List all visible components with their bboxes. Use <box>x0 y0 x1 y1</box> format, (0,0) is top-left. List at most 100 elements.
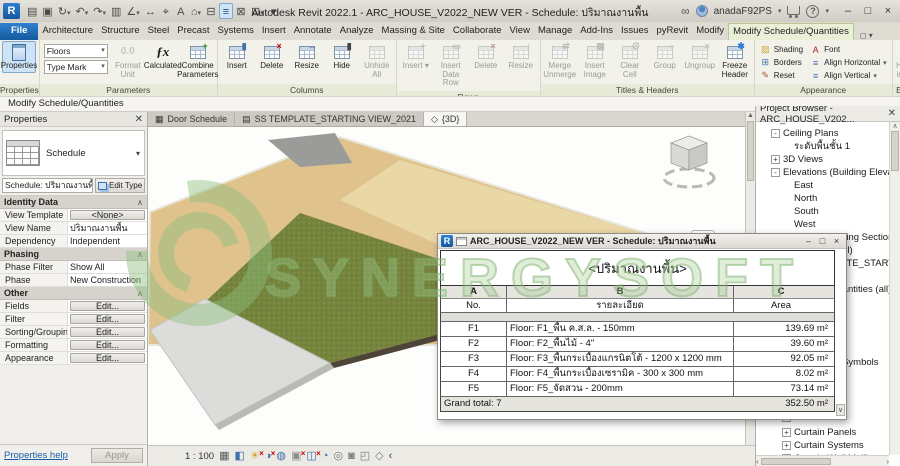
browser-item-south[interactable]: South <box>782 205 819 218</box>
browser-item--1[interactable]: ระดับพื้นชั้น 1 <box>782 140 850 153</box>
combo-floors[interactable]: Floors▾ <box>44 44 108 58</box>
ribbon-options-arrow-icon[interactable]: ◻ ▾ <box>860 27 873 40</box>
font-button[interactable]: AFont <box>807 43 890 56</box>
property-value[interactable]: ปริมาณงานพื้น <box>68 222 147 234</box>
close-icon[interactable]: ✕ <box>135 114 143 125</box>
appearance-button[interactable]: Edit... <box>70 353 145 363</box>
default-3d-view-icon[interactable]: ⌂▾ <box>189 3 203 19</box>
cell-description[interactable]: Floor: F2_พื้นไม้ - 4" <box>507 337 734 351</box>
sync-with-central-icon[interactable]: ↻▾ <box>56 3 73 19</box>
properties-button[interactable]: Properties <box>2 41 36 73</box>
close-icon[interactable]: ✕ <box>888 108 896 119</box>
property-value[interactable]: New Construction <box>68 274 147 286</box>
measure-icon[interactable]: ∠▾ <box>124 3 141 19</box>
tab-structure[interactable]: Structure <box>97 23 144 40</box>
cell-area[interactable]: 92.05 m² <box>734 352 834 366</box>
tab-collaborate[interactable]: Collaborate <box>449 23 506 40</box>
filter-button[interactable]: Edit... <box>70 314 145 324</box>
schedule-title-row[interactable]: <ปริมาณงานพื้น> <box>440 250 835 286</box>
browser-horizontal-scrollbar[interactable]: ‹› <box>756 455 889 466</box>
temporary-view-properties-icon[interactable]: ◙ <box>348 451 355 462</box>
property-value[interactable]: Show All <box>68 261 147 273</box>
viewcube[interactable] <box>661 130 717 192</box>
tab-annotate[interactable]: Annotate <box>290 23 336 40</box>
expand-icon[interactable]: + <box>782 441 791 450</box>
section-header-phasing[interactable]: Phasing∧ <box>0 248 147 261</box>
maximize-button[interactable]: □ <box>816 236 829 246</box>
browser-item-west[interactable]: West <box>782 218 815 231</box>
collapse-icon[interactable]: ‹ <box>389 451 393 462</box>
signed-in-user[interactable]: anadaF92PS <box>714 6 772 17</box>
header-cell[interactable]: No. <box>441 299 507 312</box>
sorting-grouping-button[interactable]: Edit... <box>70 327 145 337</box>
view-tab-ss-template-starting-view-2021[interactable]: ▤SS TEMPLATE_STARTING VIEW_2021 <box>235 112 424 126</box>
combine-parameters-button[interactable]: +Combine Parameters <box>181 41 215 81</box>
align-vertical-button[interactable]: ≡Align Vertical▾ <box>807 69 890 82</box>
property-value[interactable]: Independent <box>68 235 147 247</box>
insert-button[interactable]: ▮Insert <box>220 41 254 73</box>
close-button[interactable]: × <box>830 236 843 246</box>
cell-no[interactable]: F2 <box>441 337 507 351</box>
tab-file[interactable]: File <box>0 23 38 40</box>
freeze-header-button[interactable]: ✱Freeze Header <box>718 41 752 81</box>
store-cart-icon[interactable] <box>787 6 800 15</box>
shadows-icon[interactable]: ◑× <box>265 451 272 462</box>
expand-icon[interactable]: + <box>771 155 780 164</box>
schedule-window-titlebar[interactable]: R ARC_HOUSE_V2022_NEW VER - Schedule: ปร… <box>438 234 846 249</box>
cell-no[interactable]: F3 <box>441 352 507 366</box>
help-icon[interactable]: ? <box>806 5 819 18</box>
collapse-icon[interactable]: - <box>771 168 780 177</box>
aligned-dimension-icon[interactable]: ↔ <box>143 3 158 19</box>
crop-region-icon[interactable]: ◫× <box>306 451 316 462</box>
column-letter[interactable]: B <box>507 286 734 298</box>
user-menu-arrow-icon[interactable]: ▾ <box>778 7 782 15</box>
cell-no[interactable]: F1 <box>441 322 507 336</box>
instance-combo[interactable]: Schedule: ปริมาณงานพื้น⌄ <box>2 178 93 193</box>
cell-description[interactable]: Floor: F4_พื้นกระเบื้องเซรามิค - 300 x 3… <box>507 367 734 381</box>
browser-item-elevations-building-elevation-[interactable]: -Elevations (Building Elevation) <box>771 166 900 179</box>
cell-area[interactable]: 73.14 m² <box>734 382 834 396</box>
cell-area[interactable]: 139.69 m² <box>734 322 834 336</box>
cell-no[interactable]: F4 <box>441 367 507 381</box>
cell-no[interactable]: F5 <box>441 382 507 396</box>
cell-description[interactable]: Floor: F5_จัดสวน - 200mm <box>507 382 734 396</box>
combo-type-mark[interactable]: Type Mark▾ <box>44 60 108 74</box>
thin-lines-icon[interactable]: ≡ <box>219 3 233 19</box>
browser-item-east[interactable]: East <box>782 179 813 192</box>
cell-area[interactable]: 8.02 m² <box>734 367 834 381</box>
resize-button[interactable]: ↔Resize <box>290 41 324 73</box>
search-icon[interactable]: ∞ <box>681 4 690 18</box>
view-tab--3d-[interactable]: ◇{3D} <box>424 112 467 126</box>
tab-modify-schedule-quantities[interactable]: Modify Schedule/Quantities <box>728 23 854 40</box>
close-inactive-windows-icon[interactable]: ⊠ <box>234 3 248 19</box>
tab-insert[interactable]: Insert <box>258 23 290 40</box>
delete-button[interactable]: ×Delete <box>255 41 289 73</box>
sun-path-icon[interactable]: ☀× <box>250 451 260 462</box>
browser-item-north[interactable]: North <box>782 192 817 205</box>
displacement-sets-icon[interactable]: ◇ <box>375 451 383 462</box>
hide-button[interactable]: ▮Hide <box>325 41 359 73</box>
tab-analyze[interactable]: Analyze <box>336 23 378 40</box>
header-cell[interactable]: รายละเอียด <box>507 299 734 312</box>
tab-steel[interactable]: Steel <box>144 23 174 40</box>
reset-button[interactable]: ✎Reset <box>757 69 806 82</box>
visual-style-icon[interactable]: ◧ <box>234 451 244 462</box>
type-selector[interactable]: Schedule ▾ <box>2 130 145 176</box>
minimize-button[interactable]: – <box>839 5 857 17</box>
open-file-icon[interactable]: ▤ <box>25 3 39 19</box>
crop-view-icon[interactable]: ▣× <box>291 451 301 462</box>
borders-button[interactable]: ⊞Borders <box>757 56 806 69</box>
view-template-button[interactable]: <None> <box>70 210 145 220</box>
reveal-hidden-icon[interactable]: ◎ <box>333 451 343 462</box>
view-scale-label[interactable]: 1 : 100 <box>185 451 214 462</box>
browser-vertical-scrollbar[interactable]: ∧ <box>889 122 900 455</box>
tag-icon[interactable]: ⌖ <box>159 3 173 19</box>
rendering-dialog-icon[interactable]: ◍ <box>276 451 286 462</box>
undo-icon[interactable]: ↶▾ <box>74 3 91 19</box>
redo-icon[interactable]: ↷▾ <box>91 3 108 19</box>
tab-systems[interactable]: Systems <box>213 23 257 40</box>
user-avatar-icon[interactable] <box>696 5 708 17</box>
cell-description[interactable]: Floor: F3_พื้นกระเบื้องแกรนิตโต้ - 1200 … <box>507 352 734 366</box>
save-icon[interactable]: ▣ <box>40 3 54 19</box>
text-icon[interactable]: A <box>174 3 188 19</box>
